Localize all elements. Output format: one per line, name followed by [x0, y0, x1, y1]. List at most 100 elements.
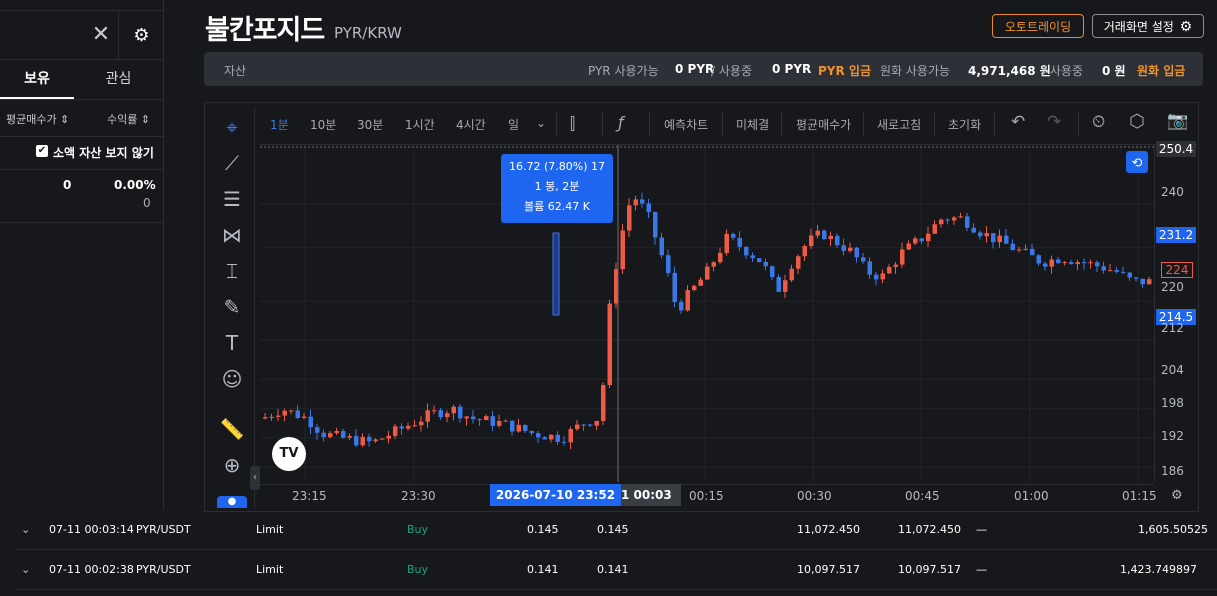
candle-body: [633, 199, 638, 206]
interval-day[interactable]: 일: [508, 116, 519, 133]
sort-return[interactable]: 수익률 ⇕: [107, 111, 150, 127]
holding-row[interactable]: 0 0.00% 0: [0, 170, 163, 223]
channel-icon[interactable]: ☰: [217, 184, 247, 214]
candle-body: [692, 285, 697, 291]
candle-body: [841, 245, 846, 251]
tradingview-logo[interactable]: TV: [272, 437, 306, 471]
zoom-in-icon[interactable]: ⊕: [217, 450, 247, 480]
candle-type-icon[interactable]: ⫿: [570, 114, 575, 134]
redo-icon[interactable]: ↷: [1047, 112, 1061, 132]
holding-value: 0: [63, 178, 72, 192]
avg-price-button[interactable]: 평균매수가: [796, 116, 851, 133]
order-price: 0.145: [527, 523, 559, 536]
price-tick: 240: [1161, 185, 1184, 199]
candle-body: [906, 243, 911, 250]
open-orders-button[interactable]: 미체결: [736, 116, 769, 133]
checkbox-icon[interactable]: ✔: [36, 145, 48, 157]
screen-settings-button[interactable]: 거래화면 설정 ⚙: [1092, 14, 1204, 38]
candle-body: [789, 268, 794, 281]
chevron-down-icon[interactable]: ⌄: [21, 523, 30, 536]
settings-hex-icon[interactable]: ⬡: [1129, 111, 1145, 132]
krw-deposit-link[interactable]: 원화 입금: [1137, 62, 1185, 79]
order-avg-price: 0.141: [597, 563, 629, 576]
chevron-down-icon[interactable]: ⌄: [21, 563, 30, 576]
candle-body: [835, 235, 840, 246]
candle-body: [445, 413, 450, 418]
candle-body: [354, 436, 359, 446]
tab-watchlist[interactable]: 관심: [74, 59, 163, 99]
candle-body: [451, 406, 456, 414]
candle-body: [945, 219, 950, 221]
measure-icon[interactable]: ⌶: [217, 256, 247, 286]
time-tick: 01:15: [1122, 489, 1157, 503]
candle-body: [289, 410, 294, 412]
forecast-chart-button[interactable]: 예측차트: [664, 116, 708, 133]
collapse-toolbar-icon[interactable]: ‹: [250, 466, 260, 490]
time-axis[interactable]: 23:15 23:30 00:15 00:30 00:45 01:00 01:1…: [260, 484, 1157, 507]
magnet-icon[interactable]: ●: [217, 496, 247, 508]
order-row[interactable]: ⌄ 07-11 00:03:14 PYR/USDT Limit Buy 0.14…: [17, 510, 1217, 550]
gear-icon[interactable]: ⚙: [118, 11, 164, 59]
brush-icon[interactable]: ✎: [217, 292, 247, 322]
candle-body: [575, 424, 580, 430]
interval-1h[interactable]: 1시간: [405, 116, 435, 133]
alert-icon[interactable]: ⏲: [1092, 112, 1105, 132]
interval-30m[interactable]: 30분: [357, 116, 383, 133]
candle-body: [874, 274, 879, 280]
emoji-icon[interactable]: ☺: [217, 364, 247, 394]
price-label-top: 250.4: [1156, 141, 1196, 157]
candle-body: [607, 303, 612, 386]
candle-body: [627, 205, 632, 231]
sort-header: 평균매수가 ⇕ 수익률 ⇕: [0, 100, 163, 137]
candle-body: [536, 433, 541, 438]
candle-body: [854, 247, 859, 258]
trendline-icon[interactable]: ⟋: [217, 148, 247, 178]
indicator-icon[interactable]: ƒ: [618, 113, 624, 132]
candle-body: [893, 264, 898, 268]
chevron-down-icon[interactable]: ⌄: [536, 116, 546, 130]
sort-avg-price[interactable]: 평균매수가 ⇕: [6, 111, 69, 127]
candle-body: [542, 437, 547, 440]
candle-body: [334, 431, 339, 434]
pyr-deposit-link[interactable]: PYR 입금: [818, 62, 871, 79]
drawing-toolbar: ⌖ ⟋ ☰ ⋈ ⌶ ✎ T ☺ 📏 ⊕ ●: [210, 108, 255, 508]
price-axis[interactable]: 250.4 240 231.2 224 220 214.5 212 204 19…: [1154, 141, 1198, 482]
candle-body: [1127, 272, 1132, 278]
interval-10m[interactable]: 10분: [310, 116, 336, 133]
hide-small-assets[interactable]: ✔ 소액 자산 보지 않기: [0, 137, 163, 170]
text-icon[interactable]: T: [217, 328, 247, 358]
axis-settings-icon[interactable]: ⚙: [1171, 488, 1183, 503]
candle-body: [276, 415, 281, 417]
tooltip-volume: 볼륨 62.47 K: [524, 200, 590, 213]
crosshair-icon[interactable]: ⌖: [217, 112, 247, 142]
candlestick-plot[interactable]: ⟲: [260, 145, 1154, 482]
interval-1m[interactable]: 1분: [270, 116, 289, 133]
candle-body: [646, 203, 651, 213]
reset-button[interactable]: 초기화: [948, 116, 981, 133]
candle-body: [640, 199, 645, 204]
candle-body: [497, 421, 502, 426]
pattern-icon[interactable]: ⋈: [217, 220, 247, 250]
close-icon[interactable]: ✕: [89, 23, 113, 47]
candle-body: [822, 230, 827, 240]
undo-icon[interactable]: ↶: [1011, 112, 1025, 132]
candle-tooltip: 16.72 (7.80%) 17 1 봉, 2분 볼륨 62.47 K: [501, 154, 613, 223]
order-row[interactable]: ⌄ 07-11 00:02:38 PYR/USDT Limit Buy 0.14…: [17, 550, 1217, 590]
tab-holdings[interactable]: 보유: [0, 59, 74, 99]
order-filled: 11,072.450: [898, 523, 961, 536]
refresh-button[interactable]: 새로고침: [877, 116, 921, 133]
candle-body: [848, 247, 853, 251]
candle-body: [516, 424, 521, 432]
candle-body: [1023, 248, 1028, 250]
price-tick: 212: [1161, 321, 1184, 335]
ruler-icon[interactable]: 📏: [217, 414, 247, 444]
price-label-current: 224: [1161, 262, 1193, 278]
interval-4h[interactable]: 4시간: [456, 116, 486, 133]
candle-body: [562, 441, 567, 443]
candle-body: [1134, 277, 1139, 279]
candle-body: [321, 432, 326, 438]
auto-trading-button[interactable]: 오토트레이딩: [992, 14, 1084, 38]
candle-body: [939, 219, 944, 225]
krw-in-use: 0 원: [1102, 64, 1126, 78]
camera-icon[interactable]: 📷: [1167, 111, 1188, 131]
